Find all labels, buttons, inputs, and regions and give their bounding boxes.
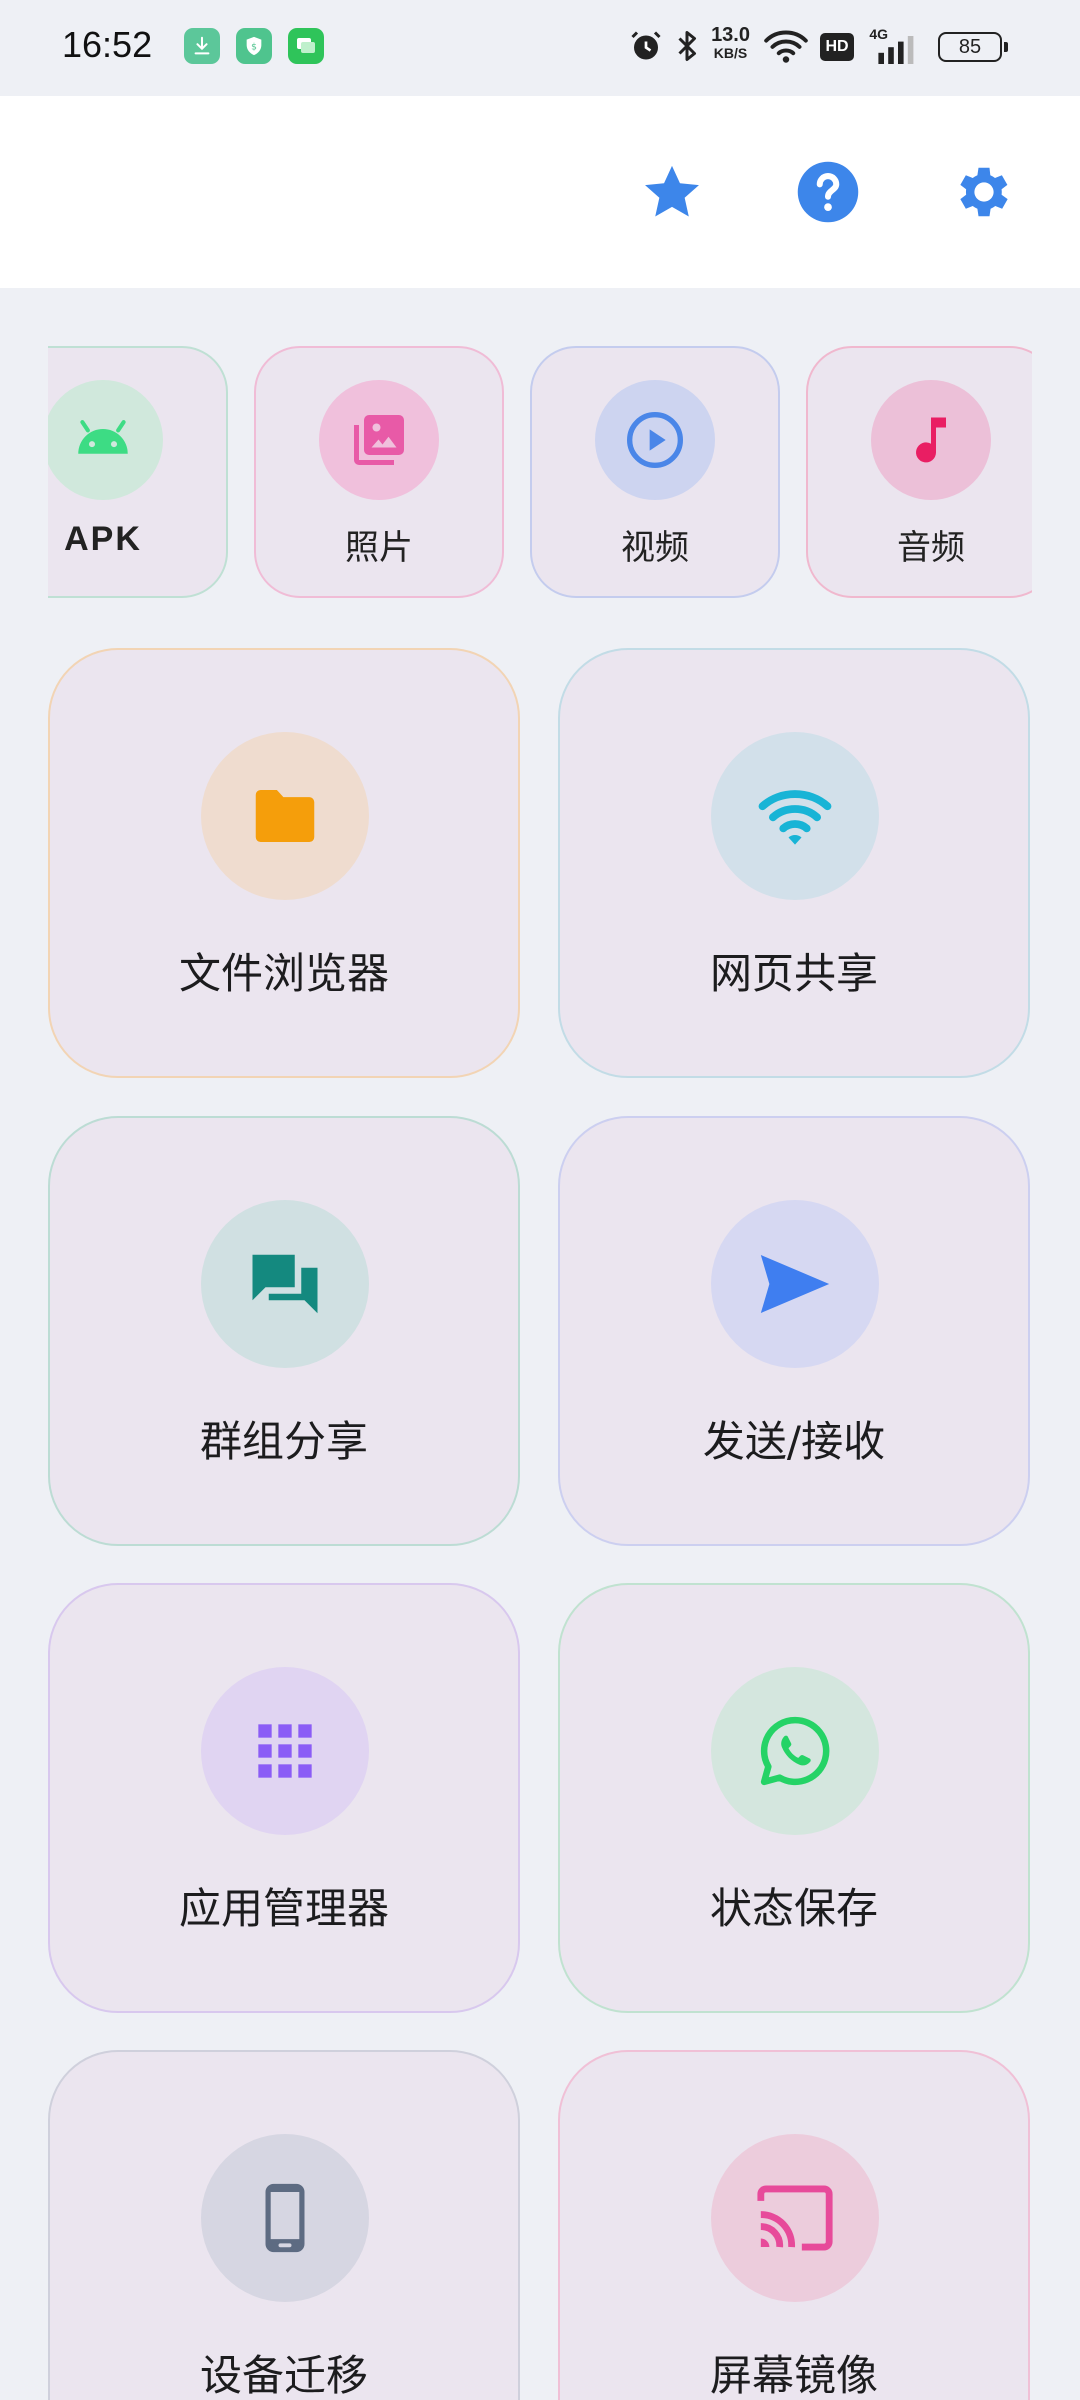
apps-grid-icon	[201, 1667, 369, 1835]
wifi-icon	[711, 732, 879, 900]
tile-app-manager[interactable]: 应用管理器	[48, 1583, 520, 2013]
bluetooth-icon	[678, 31, 696, 61]
category-label: APK	[64, 520, 142, 558]
category-audio[interactable]: 音频	[806, 346, 1032, 598]
net-speed: 13.0 KB/S	[711, 24, 750, 61]
tile-file-browser[interactable]: 文件浏览器	[48, 648, 520, 1078]
hd-badge: HD	[820, 33, 854, 61]
forum-icon	[201, 1200, 369, 1368]
star-icon	[645, 165, 699, 217]
help-button[interactable]	[790, 154, 866, 230]
play-circle-icon	[595, 380, 715, 500]
tile-send-receive[interactable]: 发送/接收	[558, 1116, 1030, 1546]
status-bar: 16:52 $ 13.0 KB/S HD 4G 85	[0, 0, 1080, 96]
send-icon	[711, 1200, 879, 1368]
alarm-icon	[631, 31, 661, 60]
settings-button[interactable]	[946, 154, 1022, 230]
tile-device-migration[interactable]: 设备迁移	[48, 2050, 520, 2400]
smartphone-icon	[201, 2134, 369, 2302]
status-time: 16:52	[62, 24, 153, 65]
music-note-icon	[871, 380, 991, 500]
shield-notification-icon: $	[236, 28, 272, 64]
tile-label: 发送/接收	[702, 1417, 886, 1466]
category-apk[interactable]: APK	[48, 346, 228, 598]
tile-web-share[interactable]: 网页共享	[558, 648, 1030, 1078]
tile-label: 应用管理器	[178, 1884, 389, 1933]
category-videos[interactable]: 视频	[530, 346, 780, 598]
category-label: 音频	[897, 528, 965, 568]
category-label: 视频	[621, 528, 689, 568]
folder-icon	[201, 732, 369, 900]
category-label: 照片	[345, 528, 413, 568]
photo-library-icon	[319, 380, 439, 500]
tile-label: 网页共享	[709, 949, 878, 998]
top-app-bar	[0, 96, 1080, 288]
battery-indicator: 85	[938, 32, 1008, 62]
android-icon	[48, 380, 163, 500]
signal-icon	[878, 36, 914, 64]
whatsapp-icon	[711, 1667, 879, 1835]
tile-label: 文件浏览器	[178, 949, 389, 998]
gear-icon	[960, 167, 1008, 217]
tile-screen-mirror[interactable]: 屏幕镜像	[558, 2050, 1030, 2400]
tile-label: 设备迁移	[199, 2351, 368, 2400]
tile-label: 群组分享	[199, 1417, 368, 1466]
favorites-button[interactable]	[634, 154, 710, 230]
help-icon	[797, 161, 859, 223]
wifi-status-icon	[764, 30, 808, 63]
tile-label: 状态保存	[709, 1884, 878, 1933]
tile-label: 屏幕镜像	[709, 2351, 878, 2400]
category-photos[interactable]: 照片	[254, 346, 504, 598]
category-strip[interactable]: APK 照片 视频 音频	[48, 346, 1032, 602]
tile-group-share[interactable]: 群组分享	[48, 1116, 520, 1546]
cast-icon	[711, 2134, 879, 2302]
download-notification-icon	[184, 28, 220, 64]
message-notification-icon	[288, 28, 324, 64]
tile-status-saver[interactable]: 状态保存	[558, 1583, 1030, 2013]
svg-text:$: $	[251, 42, 257, 53]
